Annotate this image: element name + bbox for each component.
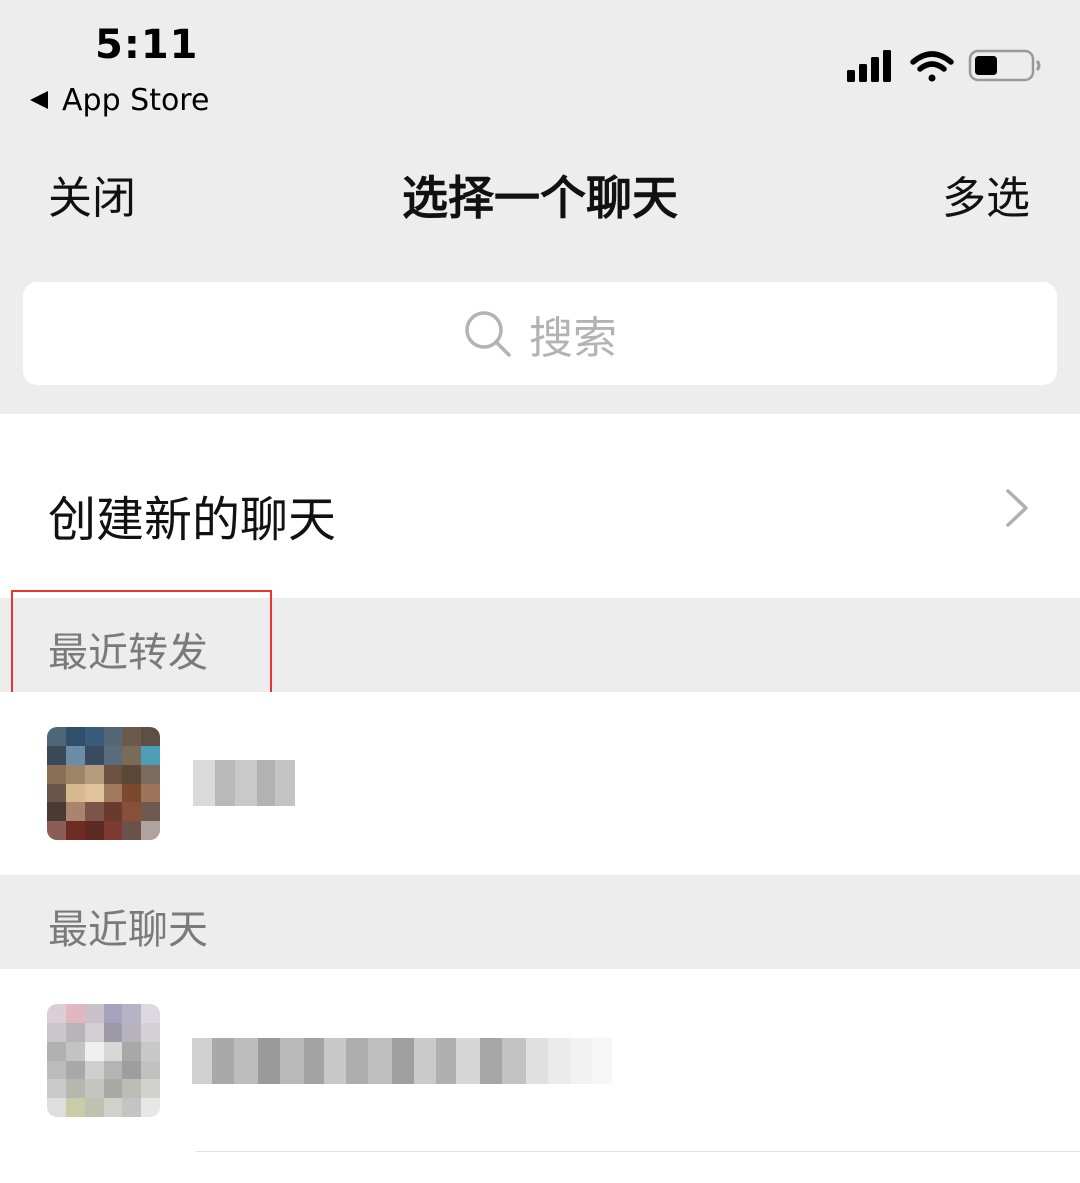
battery-icon [968, 49, 1041, 82]
back-to-app-store[interactable]: App Store [30, 80, 209, 120]
back-app-label: App Store [62, 82, 210, 118]
avatar [47, 727, 160, 840]
search-input[interactable]: 搜索 [23, 282, 1057, 385]
section-label-recent-chats: 最近聊天 [48, 907, 208, 953]
status-time: 5:11 [95, 22, 199, 68]
status-icons [847, 49, 1041, 82]
create-new-chat-label: 创建新的聊天 [48, 492, 337, 548]
section-header-recent-chats: 最近聊天 [0, 875, 1080, 969]
search-icon [465, 310, 511, 357]
row-divider [196, 1151, 1080, 1152]
contact-name-redacted [193, 760, 295, 806]
search-placeholder: 搜索 [529, 312, 617, 364]
avatar [47, 1004, 160, 1117]
wifi-icon [910, 51, 954, 82]
create-new-chat-row[interactable]: 创建新的聊天 [0, 414, 1080, 598]
multi-select-button[interactable]: 多选 [942, 162, 1030, 226]
cellular-signal-icon [847, 50, 891, 82]
highlight-box [11, 590, 272, 702]
list-item[interactable] [0, 692, 1080, 875]
list-item[interactable] [0, 969, 1080, 1183]
close-button[interactable]: 关闭 [48, 162, 136, 226]
back-triangle-icon [30, 91, 48, 109]
contact-name-redacted [192, 1038, 612, 1084]
chevron-right-icon [1006, 489, 1028, 527]
